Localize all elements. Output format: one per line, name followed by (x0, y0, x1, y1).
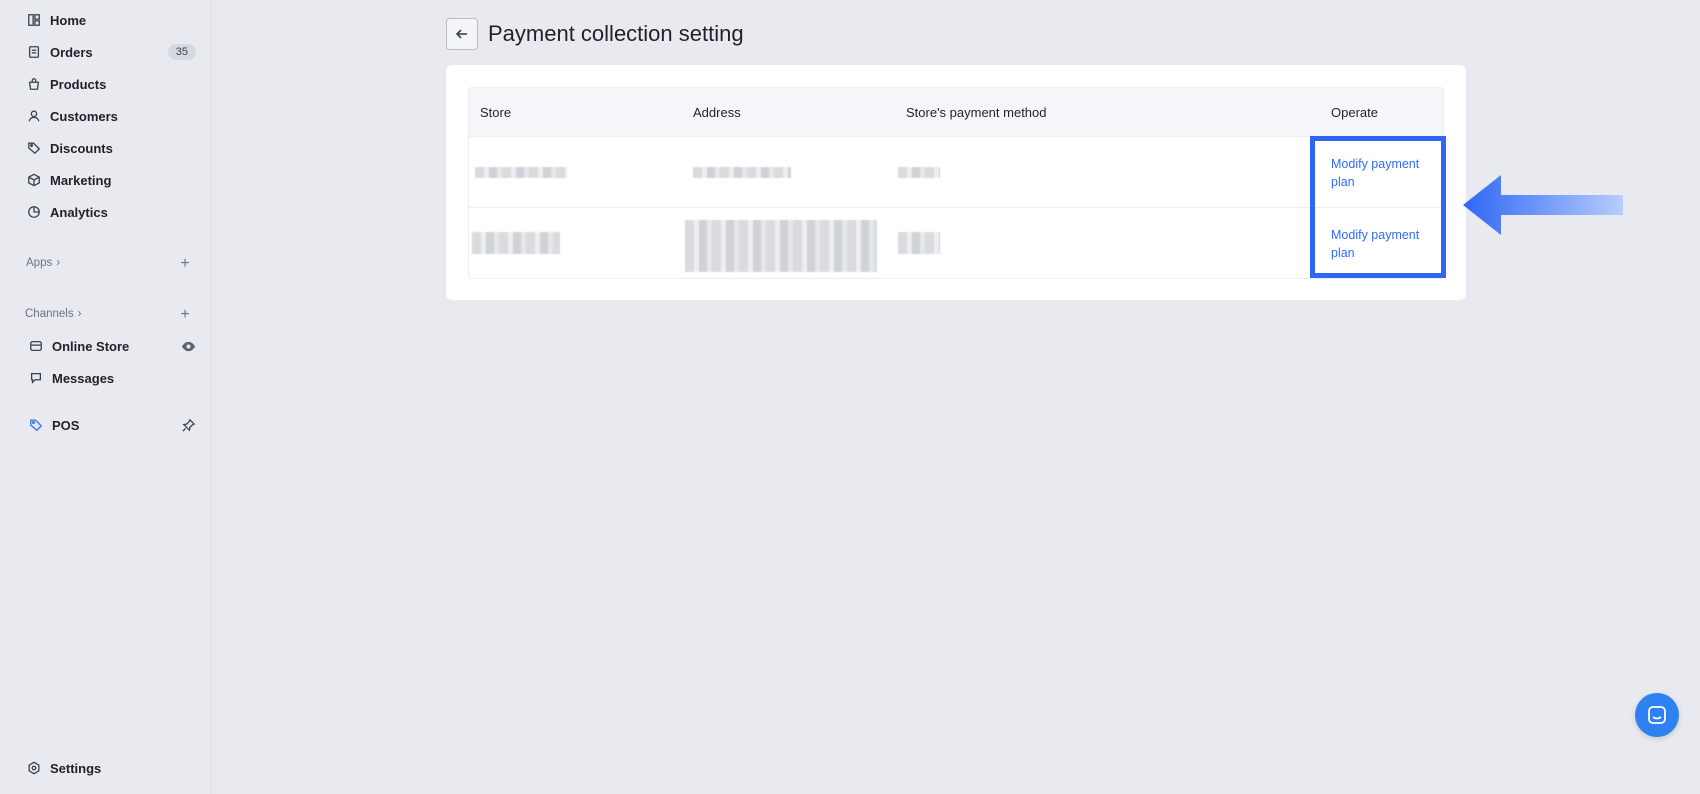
chat-bubble-icon (1646, 704, 1668, 726)
app-root: Home Orders 35 Products Customers Discou… (0, 0, 1700, 794)
add-channel-button[interactable]: + (178, 307, 192, 323)
column-header-address: Address (693, 105, 741, 120)
channels-section-toggle[interactable]: Channels › (25, 308, 81, 320)
sidebar-item-label: Customers (50, 108, 118, 124)
cube-icon (26, 172, 42, 188)
sidebar-item-online-store[interactable]: Online Store (20, 332, 196, 360)
arrow-left-icon (454, 26, 470, 42)
chevron-right-icon: › (56, 257, 61, 269)
sidebar-item-orders[interactable]: Orders 35 (18, 38, 196, 66)
stores-table: Store Address Store's payment method Ope… (468, 87, 1444, 279)
person-icon (26, 108, 42, 124)
redacted-store-name (472, 232, 560, 254)
sidebar-item-label: Analytics (50, 204, 108, 220)
redacted-address (685, 220, 877, 272)
sidebar-item-label: POS (52, 417, 80, 433)
channels-section-label: Channels (25, 308, 74, 320)
column-header-store: Store (480, 105, 512, 120)
sidebar-item-pos[interactable]: POS (20, 411, 196, 439)
sidebar-item-label: Messages (52, 370, 115, 386)
sidebar-item-home[interactable]: Home (18, 6, 196, 34)
sidebar-item-label: Discounts (50, 140, 113, 156)
sidebar-item-messages[interactable]: Messages (20, 364, 196, 392)
chat-launcher-button[interactable] (1635, 693, 1679, 737)
store-icon (28, 338, 44, 354)
chevron-right-icon: › (77, 308, 82, 320)
sidebar-item-products[interactable]: Products (18, 70, 196, 98)
apps-section-label: Apps (26, 257, 53, 269)
eye-icon[interactable] (180, 338, 196, 354)
redacted-payment-method (898, 232, 940, 254)
pointer-arrow-icon (1463, 175, 1623, 235)
sidebar-item-discounts[interactable]: Discounts (18, 134, 196, 162)
sidebar-item-label: Home (50, 12, 87, 28)
add-app-button[interactable]: + (178, 256, 192, 272)
table-row: Modify payment plan (469, 208, 1443, 278)
sidebar-item-settings[interactable]: Settings (18, 754, 196, 782)
sidebar-item-label: Marketing (50, 172, 112, 188)
home-grid-icon (26, 12, 42, 28)
tag-icon (26, 140, 42, 156)
sidebar-item-label: Settings (50, 760, 102, 776)
gear-icon (26, 760, 42, 776)
redacted-store-name (475, 167, 567, 178)
sidebar: Home Orders 35 Products Customers Discou… (0, 0, 212, 794)
column-header-operate: Operate (1331, 105, 1378, 120)
table-row: Modify payment plan (469, 137, 1443, 208)
bag-icon (26, 76, 42, 92)
page-title: Payment collection setting (488, 21, 744, 46)
highlight-box (1310, 136, 1446, 278)
sidebar-item-label: Online Store (52, 338, 130, 354)
sidebar-item-marketing[interactable]: Marketing (18, 166, 196, 194)
chat-icon (28, 370, 44, 386)
apps-section-toggle[interactable]: Apps › (26, 257, 60, 269)
column-header-payment-method: Store's payment method (906, 105, 1047, 120)
back-button[interactable] (446, 18, 478, 50)
redacted-address (693, 167, 791, 178)
pie-chart-icon (26, 204, 42, 220)
table-header: Store Address Store's payment method Ope… (469, 88, 1443, 137)
sidebar-item-label: Orders (50, 44, 93, 60)
redacted-payment-method (898, 167, 940, 178)
pin-icon[interactable] (180, 417, 196, 433)
orders-count-badge: 35 (167, 44, 196, 60)
pos-tag-icon (28, 417, 44, 433)
sidebar-item-label: Products (50, 76, 107, 92)
sidebar-item-customers[interactable]: Customers (18, 102, 196, 130)
orders-icon (26, 44, 42, 60)
sidebar-item-analytics[interactable]: Analytics (18, 198, 196, 226)
